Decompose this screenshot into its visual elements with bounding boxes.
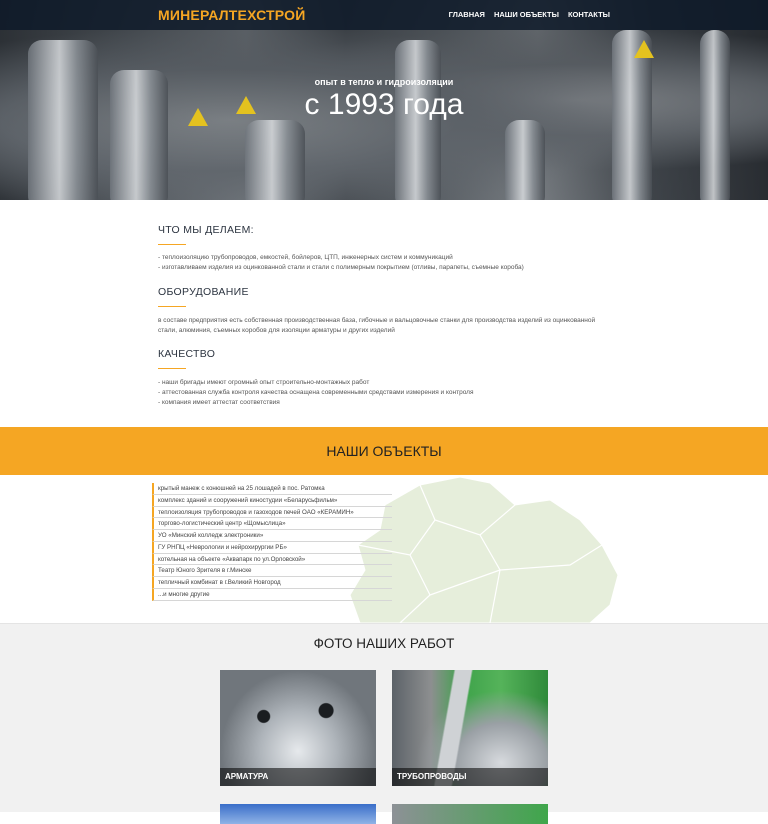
list-item: Театр Юного Зрителя в г.Минске <box>152 565 392 577</box>
nav-objects[interactable]: НАШИ ОБЪЕКТЫ <box>494 10 559 19</box>
list-item: комплекс зданий и сооружений киностудии … <box>152 494 392 507</box>
objects-list: крытый манеж с конюшней на 25 лошадей в … <box>152 483 392 601</box>
section-line: - компания имеет аттестат соответствия <box>158 399 280 406</box>
section-line: - изготавливаем изделия из оцинкованной … <box>158 264 524 271</box>
section-title: КАЧЕСТВО <box>158 348 216 360</box>
objects-header-band: НАШИ ОБЪЕКТЫ <box>0 427 768 475</box>
hero-banner: МИНЕРАЛТЕХСТРОЙ ГЛАВНАЯ НАШИ ОБЪЕКТЫ КОН… <box>0 0 768 200</box>
photo-card-fittings[interactable]: АРМАТУРА <box>220 670 376 786</box>
photo-card-partial[interactable] <box>220 804 376 824</box>
hero-pipe <box>245 120 305 200</box>
list-item: тепличный комбинат в г.Великий Новгород <box>152 577 392 589</box>
brand-logo[interactable]: МИНЕРАЛТЕХСТРОЙ <box>158 7 306 23</box>
photo-caption: ТРУБОПРОВОДЫ <box>392 768 548 786</box>
photos-section: ФОТО НАШИХ РАБОТ АРМАТУРА ТРУБОПРОВОДЫ <box>0 623 768 824</box>
list-item: УО «Минский колледж электроники» <box>152 530 392 542</box>
warning-sign-icon <box>634 40 654 58</box>
list-item: котельная на объекте «Аквапарк по ул.Орл… <box>152 553 392 566</box>
top-navbar: МИНЕРАЛТЕХСТРОЙ ГЛАВНАЯ НАШИ ОБЪЕКТЫ КОН… <box>0 0 768 30</box>
section-line: - наши бригады имеют огромный опыт строи… <box>158 379 370 386</box>
section-line: в составе предприятия есть собственная п… <box>158 317 596 324</box>
section-title: ЧТО МЫ ДЕЛАЕМ: <box>158 224 254 236</box>
section-title: ОБОРУДОВАНИЕ <box>158 286 249 298</box>
section-what-we-do: ЧТО МЫ ДЕЛАЕМ: - теплоизоляцию трубопров… <box>158 224 608 273</box>
nav-contacts[interactable]: КОНТАКТЫ <box>568 10 610 19</box>
nav-home[interactable]: ГЛАВНАЯ <box>449 10 485 19</box>
list-item: теплоизоляция трубопроводов и газоходов … <box>152 506 392 519</box>
section-line: стали, алюминия, съемных коробов для изо… <box>158 327 395 334</box>
hero-pipe <box>505 120 545 200</box>
photo-card-pipelines[interactable]: ТРУБОПРОВОДЫ <box>392 670 548 786</box>
photos-heading: ФОТО НАШИХ РАБОТ <box>313 636 455 651</box>
section-line: - теплоизоляцию трубопроводов, емкостей,… <box>158 254 453 261</box>
section-line: - аттестованная служба контроля качества… <box>158 389 474 396</box>
section-quality: КАЧЕСТВО - наши бригады имеют огромный о… <box>158 348 608 408</box>
main-nav: ГЛАВНАЯ НАШИ ОБЪЕКТЫ КОНТАКТЫ <box>449 10 610 19</box>
list-item: крытый манеж с конюшней на 25 лошадей в … <box>152 483 392 495</box>
objects-heading: НАШИ ОБЪЕКТЫ <box>326 443 442 459</box>
photo-caption: АРМАТУРА <box>220 768 376 786</box>
hero-title: с 1993 года <box>304 88 464 121</box>
section-equipment: ОБОРУДОВАНИЕ в составе предприятия есть … <box>158 286 608 336</box>
photo-card-partial[interactable] <box>392 804 548 824</box>
list-item: торгово-логистический центр «Щомыслица» <box>152 518 392 530</box>
list-item: ГУ РНПЦ «Неврологии и нейрохирургии РБ» <box>152 541 392 554</box>
hero-subtitle: опыт в тепло и гидроизоляции <box>314 77 454 87</box>
objects-section: крытый манеж с конюшней на 25 лошадей в … <box>0 475 768 623</box>
list-item: ...и многие другие <box>152 588 392 601</box>
